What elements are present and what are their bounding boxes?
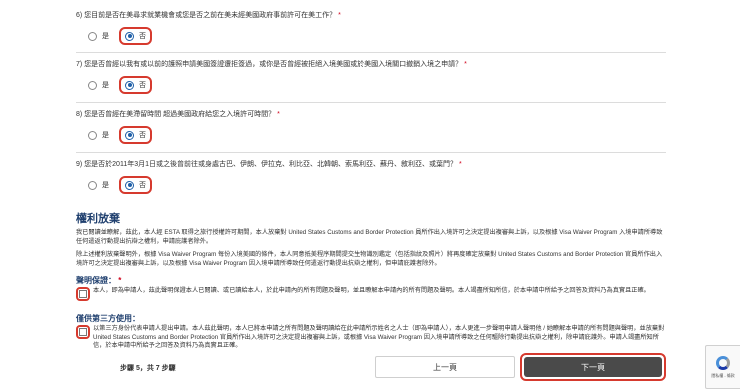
question-8: 8) 您是否曾經在美滯留時間 超過美國政府給您之入境許可時間？ * <box>76 111 280 118</box>
radio-no-selected[interactable] <box>125 130 134 140</box>
question-6-options: 是 否 <box>88 27 152 45</box>
option-no[interactable]: 否 <box>125 180 146 190</box>
rights-paragraph-2: 除上述權利放棄聲明外，根據 Visa Waiver Program 每份入境美國… <box>76 251 663 267</box>
recaptcha-badge[interactable]: 隱私權 - 條款 <box>705 345 740 389</box>
option-no[interactable]: 否 <box>125 130 146 140</box>
option-no[interactable]: 否 <box>125 80 146 90</box>
step-indicator: 步驟 5，共 7 步驟 <box>120 365 176 372</box>
divider <box>76 102 666 103</box>
third-party-title: 僅供第三方使用： <box>76 314 140 323</box>
option-yes[interactable]: 是 <box>88 180 109 190</box>
next-button-highlight: 下一頁 <box>520 353 666 381</box>
question-7-options: 是 否 <box>88 76 152 94</box>
option-yes[interactable]: 是 <box>88 31 109 41</box>
question-text: 6) 您目前是否在美尋求就業機會或您是否之前在美未經美國政府事前許可在美工作？ … <box>76 12 341 19</box>
recaptcha-icon <box>716 355 730 370</box>
next-button[interactable]: 下一頁 <box>524 357 662 377</box>
declaration-checkbox[interactable] <box>79 290 87 298</box>
radio-yes[interactable] <box>88 130 97 140</box>
third-party-text: 以第三方身份代表申請人提出申請。本人茲此聲明，本人已將本申請之所有問題及聲明讀給… <box>93 325 665 349</box>
option-no[interactable]: 否 <box>125 31 146 41</box>
declaration-checkbox-highlight <box>76 287 90 301</box>
radio-yes[interactable] <box>88 31 97 41</box>
question-9: 9) 您是否於2011年3月1日或之後曾前往或身處古巴、伊朗、伊拉克、利比亞、北… <box>76 161 462 168</box>
divider <box>76 152 666 153</box>
declaration-title: 聲明保證： * <box>76 276 122 285</box>
question-7: 7) 您是否曾經以我有或以前的護照申請美國簽證遭拒簽過，或你是否曾經被拒絕入境美… <box>76 61 467 68</box>
third-party-row: 以第三方身份代表申請人提出申請。本人茲此聲明，本人已將本申請之所有問題及聲明讀給… <box>76 325 666 351</box>
rights-paragraph-1: 我已閱讀並瞭解，茲此，本人經 ESTA 取得之旅行授權許可期間，本人放棄對 Un… <box>76 229 663 245</box>
option-yes[interactable]: 是 <box>88 80 109 90</box>
radio-no-selected[interactable] <box>125 180 134 190</box>
divider <box>76 52 666 53</box>
previous-button[interactable]: 上一頁 <box>375 356 515 378</box>
option-no-highlight: 否 <box>119 76 152 94</box>
radio-no-selected[interactable] <box>125 80 134 90</box>
third-party-checkbox-highlight <box>76 325 90 339</box>
recaptcha-text: 隱私權 - 條款 <box>711 372 735 378</box>
radio-yes[interactable] <box>88 80 97 90</box>
radio-yes[interactable] <box>88 180 97 190</box>
section-title-rights-waiver: 權利放棄 <box>76 213 120 225</box>
declaration-row: 本人，即為申請人，茲此聲明保證本人已閱讀、或已讀給本人，於此申請內的所有問題及聲… <box>76 287 666 301</box>
question-6: 6) 您目前是否在美尋求就業機會或您是否之前在美未經美國政府事前許可在美工作？ … <box>76 11 666 20</box>
third-party-checkbox[interactable] <box>79 328 87 336</box>
option-no-highlight: 否 <box>119 176 152 194</box>
radio-no-selected[interactable] <box>125 31 134 41</box>
option-no-highlight: 否 <box>119 27 152 45</box>
option-yes[interactable]: 是 <box>88 130 109 140</box>
question-9-options: 是 否 <box>88 176 152 194</box>
declaration-text: 本人，即為申請人，茲此聲明保證本人已閱讀、或已讀給本人，於此申請內的所有問題及聲… <box>93 287 650 294</box>
question-8-options: 是 否 <box>88 126 152 144</box>
option-no-highlight: 否 <box>119 126 152 144</box>
